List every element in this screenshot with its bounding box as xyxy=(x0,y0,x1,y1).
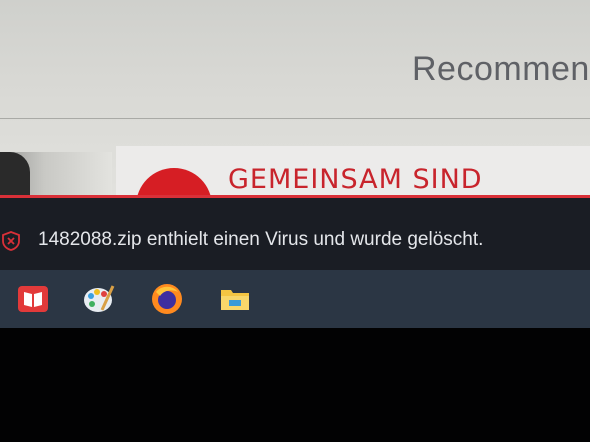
monitor-bezel xyxy=(0,328,590,442)
thumbnail-image xyxy=(0,152,30,200)
virus-notification[interactable]: 1482088.zip enthielt einen Virus und wur… xyxy=(0,195,590,270)
taskbar xyxy=(0,270,590,328)
firefox-icon[interactable] xyxy=(150,282,184,316)
book-app-icon[interactable] xyxy=(16,282,50,316)
article-thumbnail[interactable] xyxy=(0,152,112,200)
section-heading: Recommen xyxy=(412,50,590,88)
promo-banner[interactable]: GEMEINSAM SIND xyxy=(116,146,590,200)
banner-title: GEMEINSAM SIND xyxy=(228,164,483,195)
file-explorer-icon[interactable] xyxy=(218,282,252,316)
divider xyxy=(0,118,590,119)
notification-message: 1482088.zip enthielt einen Virus und wur… xyxy=(38,229,484,250)
shield-warning-icon xyxy=(0,230,22,252)
paint-palette-icon[interactable] xyxy=(82,282,116,316)
browser-webpage: Recommen GEMEINSAM SIND xyxy=(0,0,590,200)
